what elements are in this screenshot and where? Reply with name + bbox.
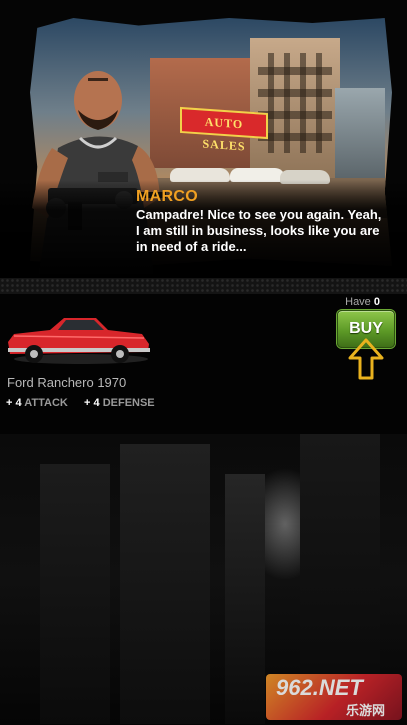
building-silhouette	[120, 444, 210, 724]
defense-label: DEFENSE	[102, 397, 155, 409]
have-label: Have	[345, 296, 371, 308]
item-name: Ford Ranchero 1970	[7, 375, 127, 390]
car-image-ford-ranchero	[8, 318, 150, 363]
attack-value: 4	[15, 397, 22, 409]
shop-item-card: Ford Ranchero 1970 + 4 ATTACK + 4 DEFENS…	[0, 294, 407, 434]
dialog-text: Campadre! Nice to see you again. Yeah, I…	[136, 207, 382, 254]
attack-label: ATTACK	[24, 397, 68, 409]
have-count: 0	[373, 296, 380, 308]
item-stats: + 4 ATTACK + 4 DEFENSE	[6, 397, 155, 409]
defense-stat: + 4 DEFENSE	[84, 397, 155, 409]
watermark-logo: 962.NET 乐游网	[266, 674, 402, 720]
stat-prefix: +	[6, 397, 13, 409]
owned-count: Have 0	[345, 296, 380, 308]
divider-strip	[0, 278, 407, 294]
defense-value: 4	[93, 397, 100, 409]
building-silhouette	[40, 464, 110, 724]
speaker-name: MARCO	[136, 188, 198, 205]
building	[335, 88, 385, 178]
dialog-banner: AUTO SALES MARCO Campadre! Nice to see y…	[0, 0, 407, 278]
building-silhouette	[225, 474, 265, 724]
attack-stat: + 4 ATTACK	[6, 397, 71, 409]
building-windows	[258, 53, 332, 153]
up-arrow-icon	[348, 338, 384, 380]
watermark-sub: 乐游网	[346, 703, 386, 718]
watermark-number: 962.NET	[276, 675, 363, 700]
stat-prefix: +	[84, 397, 91, 409]
